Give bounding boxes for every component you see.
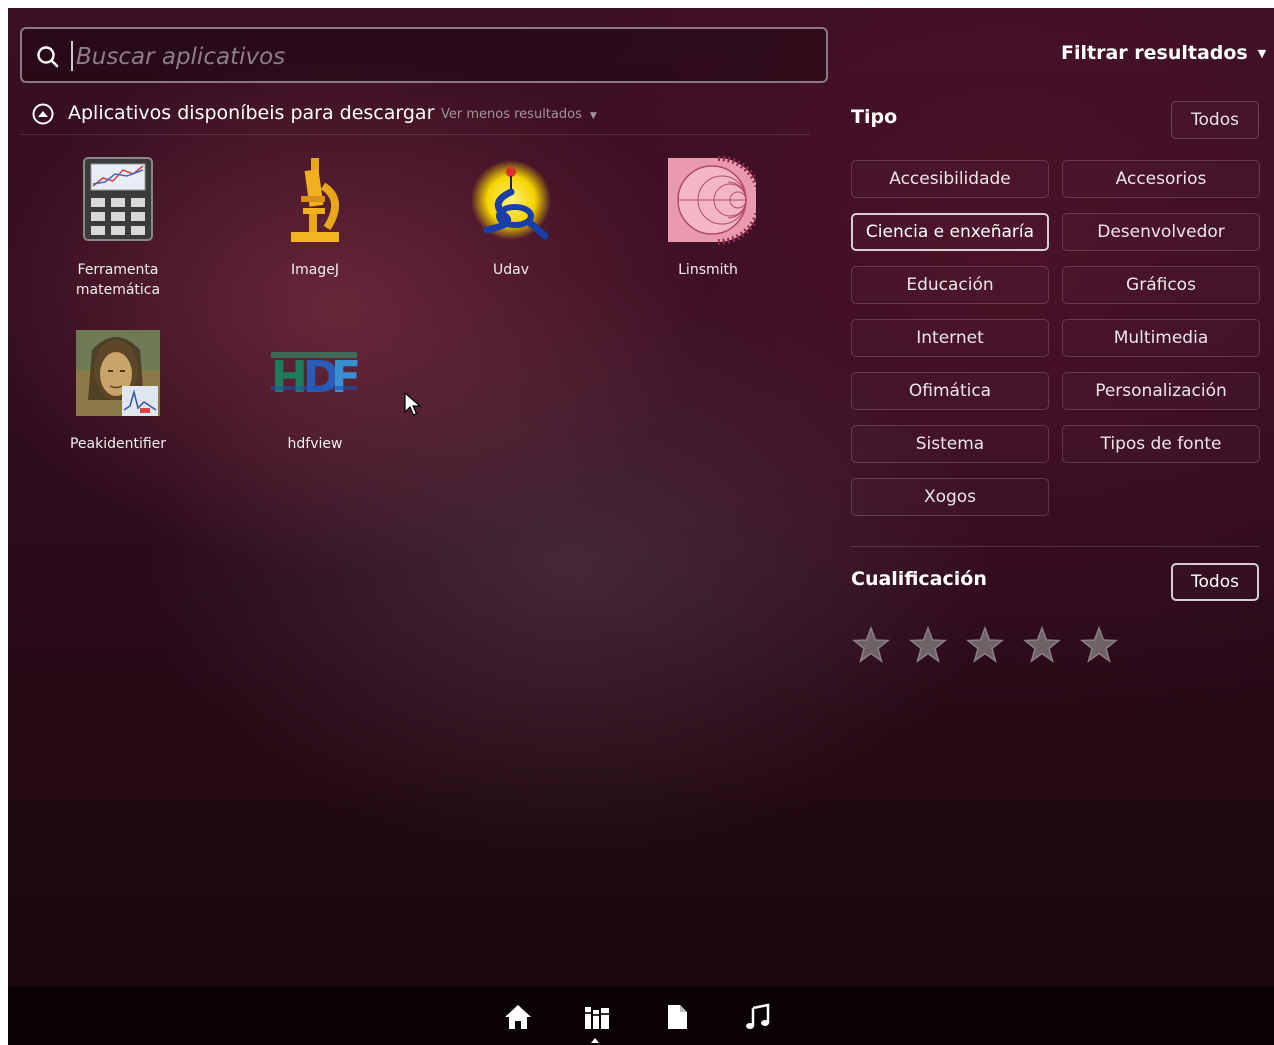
filter-results-label: Filtrar resultados xyxy=(1061,42,1248,64)
search-bar[interactable] xyxy=(20,27,828,83)
dash-window: Filtrar resultados ▼ Aplicativos disponíb… xyxy=(8,8,1274,1045)
rating-all-button[interactable]: Todos xyxy=(1171,563,1259,601)
files-lens-icon[interactable] xyxy=(662,1002,692,1032)
app-label: ImageJ xyxy=(291,262,339,278)
rating-filter-title: Cualificación xyxy=(851,568,987,590)
udav-icon xyxy=(463,156,559,252)
applications-lens-icon[interactable] xyxy=(582,1002,612,1032)
type-filter-title: Tipo xyxy=(851,106,898,128)
app-label: hdfview xyxy=(287,436,343,452)
search-icon xyxy=(36,45,60,73)
filter-educacion[interactable]: Educación xyxy=(851,266,1049,304)
filter-ofimatica[interactable]: Ofimática xyxy=(851,372,1049,410)
star-icon[interactable] xyxy=(966,625,1005,664)
app-tile-peakidentifier[interactable]: Peakidentifier xyxy=(28,330,208,454)
filter-accesorios[interactable]: Accesorios xyxy=(1062,160,1260,198)
category-title: Aplicativos disponíbeis para descargar xyxy=(68,102,435,124)
filter-personalizacion[interactable]: Personalización xyxy=(1062,372,1260,410)
app-label: Linsmith xyxy=(678,262,738,278)
app-label: Peakidentifier xyxy=(69,436,167,452)
filter-graficos[interactable]: Gráficos xyxy=(1062,266,1260,304)
filter-xogos[interactable]: Xogos xyxy=(851,478,1049,516)
mouse-pointer-icon xyxy=(404,391,422,422)
active-lens-indicator xyxy=(591,1038,599,1043)
calculator-graph-icon xyxy=(70,156,166,252)
filter-ciencia-e-enxenaria[interactable]: Ciencia e enxeñaría xyxy=(851,213,1049,251)
filter-tipos-de-fonte[interactable]: Tipos de fonte xyxy=(1062,425,1260,463)
star-icon[interactable] xyxy=(1023,625,1062,664)
svg-text:F: F xyxy=(331,352,361,403)
type-all-button[interactable]: Todos xyxy=(1171,101,1259,139)
star-icon[interactable] xyxy=(909,625,948,664)
download-circle-icon xyxy=(32,103,54,129)
triangle-down-icon: ▼ xyxy=(589,111,597,121)
filter-desenvolvedor[interactable]: Desenvolvedor xyxy=(1062,213,1260,251)
lens-bar xyxy=(8,986,1274,1045)
home-lens-icon[interactable] xyxy=(503,1002,533,1032)
app-tile-imagej[interactable]: ImageJ xyxy=(225,156,405,280)
hdf-logo-icon: H D F xyxy=(267,330,363,426)
music-lens-icon[interactable] xyxy=(742,1002,772,1032)
filter-results-toggle[interactable]: Filtrar resultados ▼ xyxy=(1061,42,1266,64)
app-tile-hdfview[interactable]: H D F hdfview xyxy=(225,330,405,454)
star-icon[interactable] xyxy=(1080,625,1119,664)
triangle-down-icon: ▼ xyxy=(1257,47,1267,60)
filter-multimedia[interactable]: Multimedia xyxy=(1062,319,1260,357)
app-label: Udav xyxy=(493,262,529,278)
filter-internet[interactable]: Internet xyxy=(851,319,1049,357)
app-tile-udav[interactable]: Udav xyxy=(421,156,601,280)
app-label: Ferramenta matemática xyxy=(75,262,161,298)
app-tile-ferramenta-matematica[interactable]: Ferramenta matemática xyxy=(28,156,208,300)
filter-accesibilidade[interactable]: Accesibilidade xyxy=(851,160,1049,198)
filter-sistema[interactable]: Sistema xyxy=(851,425,1049,463)
star-icon[interactable] xyxy=(851,625,891,664)
text-caret xyxy=(71,41,73,71)
smith-chart-icon xyxy=(660,155,763,252)
divider xyxy=(20,134,810,135)
see-fewer-results-label: Ver menos resultados xyxy=(441,107,582,122)
divider xyxy=(850,546,1260,547)
microscope-icon xyxy=(267,156,363,252)
see-fewer-results-toggle[interactable]: Ver menos resultados ▼ xyxy=(441,107,597,122)
rating-stars xyxy=(851,625,1132,666)
app-tile-linsmith[interactable]: Linsmith xyxy=(618,155,798,280)
painting-icon xyxy=(70,330,166,426)
search-input[interactable] xyxy=(74,39,798,75)
